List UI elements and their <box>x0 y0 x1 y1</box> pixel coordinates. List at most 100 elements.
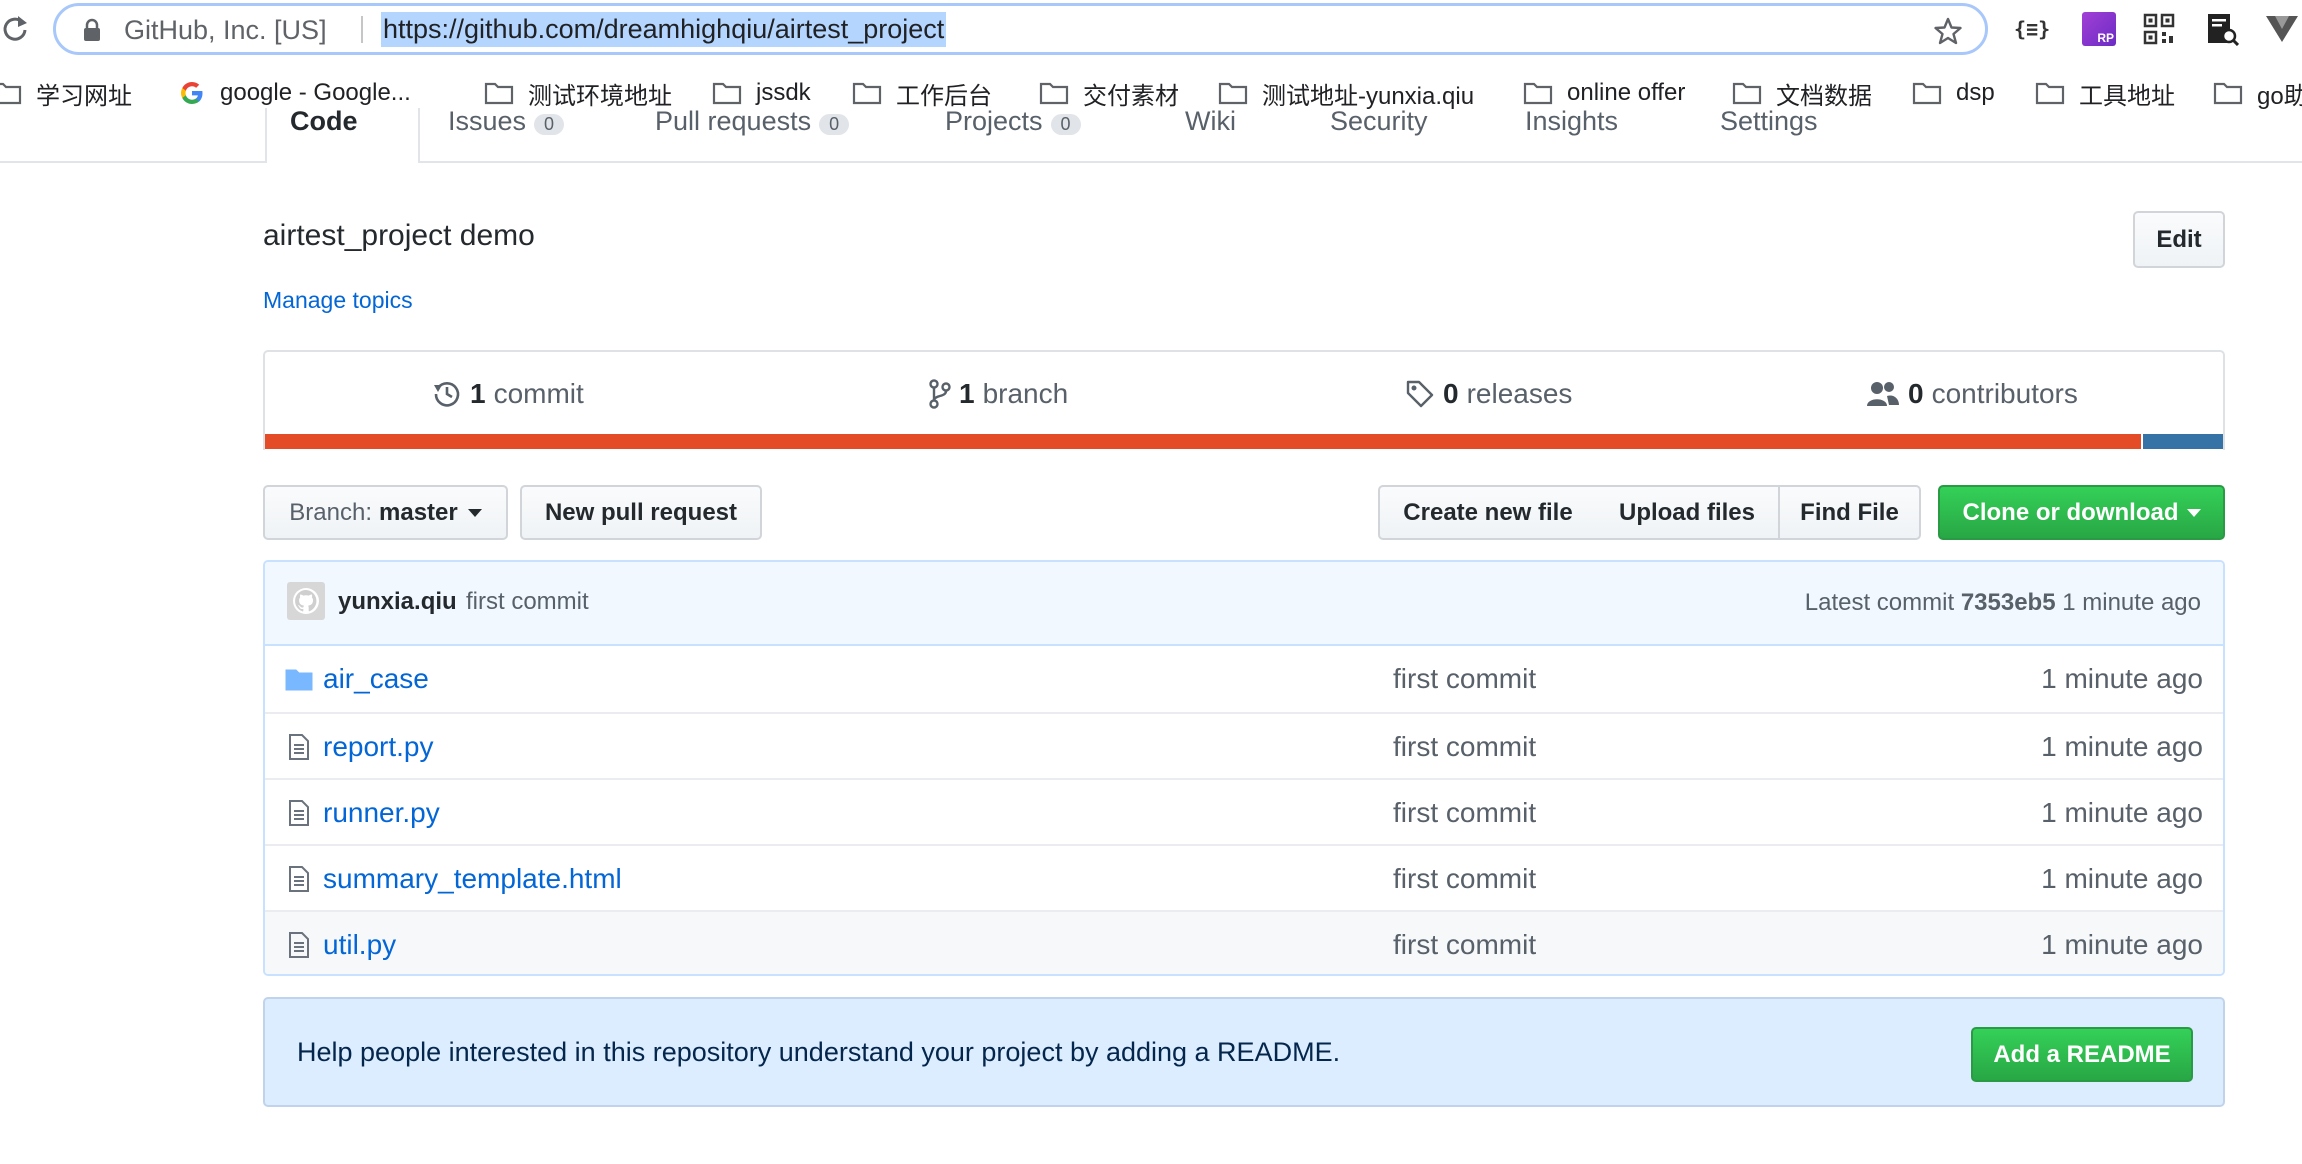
file-age: 1 minute ago <box>2041 929 2203 960</box>
folder-icon <box>2213 82 2243 105</box>
tab-settings[interactable]: Settings <box>1720 108 1818 137</box>
caret-down-icon <box>467 508 482 517</box>
bookmark-label: online offer <box>1567 79 1686 106</box>
new-pull-request-button[interactable]: New pull request <box>520 485 762 540</box>
history-icon <box>434 382 460 407</box>
add-readme-button[interactable]: Add a README <box>1971 1027 2193 1082</box>
clone-label: Clone or download <box>1962 498 2179 526</box>
tab-counter: 0 <box>819 114 850 135</box>
folder-icon <box>1218 82 1248 105</box>
language-bar-segment[interactable] <box>2140 434 2223 449</box>
bookmark-label: google - Google... <box>220 79 411 106</box>
table-row: air_case first commit 1 minute ago <box>265 646 2223 712</box>
branch-name: master <box>379 498 458 526</box>
commits-number: 1 <box>470 378 486 409</box>
tag-icon <box>1406 380 1434 408</box>
bookmark-label: 交付素材 <box>1083 82 1179 110</box>
folder-icon <box>712 82 742 105</box>
language-bar[interactable] <box>265 434 2223 449</box>
bookmark-label: 工具地址 <box>2079 82 2175 110</box>
folder-icon <box>1732 82 1762 105</box>
tab-projects[interactable]: Projects 0 <box>945 108 1081 137</box>
file-icon <box>289 932 309 958</box>
tab-insights[interactable]: Insights <box>1525 108 1618 137</box>
file-list: yunxia.qiu first commit Latest commit 73… <box>263 560 2225 976</box>
contributors-count-link[interactable]: 0 contributors <box>1866 378 2078 410</box>
branch-prefix: Branch: <box>289 498 372 526</box>
file-name-link[interactable]: report.py <box>323 731 434 763</box>
lock-icon[interactable] <box>82 18 102 42</box>
url-text[interactable]: https://github.com/dreamhighqiu/airtest_… <box>381 12 947 47</box>
site-identity[interactable]: GitHub, Inc. [US] <box>124 15 327 46</box>
branch-icon <box>929 379 951 409</box>
address-bar[interactable]: GitHub, Inc. [US] https://github.com/dre… <box>53 3 1988 55</box>
create-new-file-button[interactable]: Create new file <box>1378 485 1598 540</box>
avatar[interactable] <box>287 582 325 620</box>
tab-issues[interactable]: Issues 0 <box>448 108 565 137</box>
folder-icon <box>0 82 22 105</box>
manage-topics-link[interactable]: Manage topics <box>263 287 413 314</box>
readme-prompt-text: Help people interested in this repositor… <box>297 1037 1341 1067</box>
file-commit-message[interactable]: first commit <box>1393 663 1536 695</box>
github-octocat-icon <box>293 588 319 614</box>
tab-code[interactable]: Code <box>290 108 358 137</box>
qr-code-extension-icon[interactable] <box>2142 12 2176 46</box>
file-name-link[interactable]: runner.py <box>323 797 440 829</box>
branches-count-link[interactable]: 1 branch <box>929 378 1068 410</box>
edit-description-button[interactable]: Edit <box>2133 211 2225 268</box>
clone-or-download-button[interactable]: Clone or download <box>1938 485 2225 540</box>
bookmark-label: 文档数据 <box>1776 82 1872 110</box>
commit-age[interactable]: 1 minute ago <box>2062 589 2201 616</box>
tab-pull-requests[interactable]: Pull requests 0 <box>655 108 850 137</box>
branch-select-button[interactable]: Branch: master <box>263 485 508 540</box>
reload-icon[interactable] <box>0 14 30 44</box>
bookmark-star-icon[interactable] <box>1933 16 1963 46</box>
repo-nav: Code Issues 0 Pull requests 0 Projects 0 Wi… <box>0 108 2302 163</box>
tab-label: Projects <box>945 108 1043 136</box>
tab-wiki[interactable]: Wiki <box>1185 108 1236 137</box>
tab-label: Settings <box>1720 108 1818 136</box>
axure-rp-extension-icon[interactable]: RP <box>2082 12 2116 46</box>
upload-files-button[interactable]: Upload files <box>1596 485 1780 540</box>
file-name-link[interactable]: util.py <box>323 929 396 961</box>
v-extension-icon[interactable] <box>2262 12 2302 46</box>
releases-count-link[interactable]: 0 releases <box>1405 378 1572 410</box>
repo-description: airtest_project demo <box>263 219 535 252</box>
branches-number: 1 <box>959 378 975 409</box>
releases-number: 0 <box>1443 378 1459 409</box>
tab-security[interactable]: Security <box>1330 108 1428 137</box>
commit-tease: yunxia.qiu first commit Latest commit 73… <box>265 562 2223 646</box>
document-search-extension-icon[interactable] <box>2205 12 2239 46</box>
tab-label: Wiki <box>1185 108 1236 136</box>
bookmark-label: go助 <box>2257 82 2302 110</box>
file-age: 1 minute ago <box>2041 863 2203 894</box>
file-icon <box>289 800 309 826</box>
json-viewer-extension-icon[interactable]: {≡} <box>2014 12 2050 46</box>
commits-count-link[interactable]: 1 commit <box>432 378 584 410</box>
folder-icon <box>1523 82 1553 105</box>
people-icon <box>1867 382 1899 406</box>
commit-message[interactable]: first commit <box>466 588 589 616</box>
google-icon <box>181 82 203 104</box>
latest-commit-info: Latest commit 7353eb5 1 minute ago <box>1805 589 2201 617</box>
url-separator <box>361 16 363 43</box>
bookmark-label: dsp <box>1956 79 1995 106</box>
tab-counter: 0 <box>1050 114 1081 135</box>
file-name-link[interactable]: air_case <box>323 663 429 695</box>
browser-toolbar: GitHub, Inc. [US] https://github.com/dre… <box>0 0 2302 58</box>
file-commit-message[interactable]: first commit <box>1393 731 1536 763</box>
contributors-label: contributors <box>1931 378 2078 409</box>
directory-icon <box>285 669 313 691</box>
language-bar-segment[interactable] <box>265 434 2141 449</box>
tab-label: Insights <box>1525 108 1619 136</box>
contributors-number: 0 <box>1908 378 1924 409</box>
file-commit-message[interactable]: first commit <box>1393 863 1536 895</box>
commit-sha[interactable]: 7353eb5 <box>1961 589 2056 616</box>
file-commit-message[interactable]: first commit <box>1393 797 1536 829</box>
file-name-link[interactable]: summary_template.html <box>323 863 622 895</box>
find-file-button[interactable]: Find File <box>1778 485 1921 540</box>
readme-prompt: Help people interested in this repositor… <box>263 997 2225 1107</box>
file-commit-message[interactable]: first commit <box>1393 929 1536 961</box>
commit-author[interactable]: yunxia.qiu <box>338 588 457 616</box>
table-row: runner.py first commit 1 minute ago <box>265 778 2223 844</box>
